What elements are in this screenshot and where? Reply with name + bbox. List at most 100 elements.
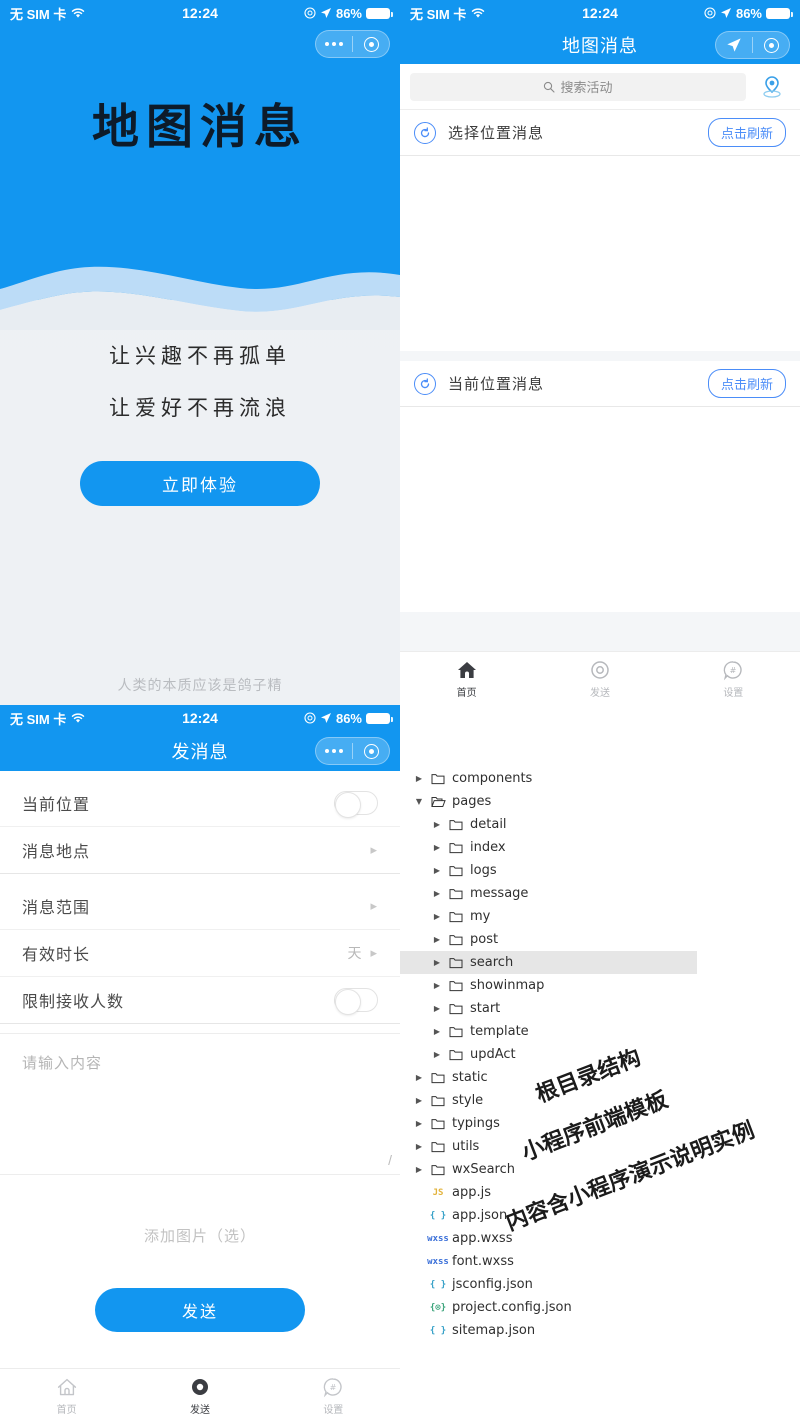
navigate-button[interactable] [716,37,752,53]
tree-folder-item[interactable]: ▶ wxSearch [400,1158,800,1181]
tree-folder-item[interactable]: ▶ message [400,882,800,905]
close-program-button[interactable] [353,36,389,52]
chevron-right-icon[interactable]: ▶ [414,1073,424,1082]
close-program-button[interactable] [353,743,389,759]
chevron-right-icon[interactable]: ▶ [432,820,442,829]
tree-folder-item[interactable]: ▶ logs [400,859,800,882]
folder-icon [430,1095,446,1107]
status-bar-right: 86% [704,5,793,21]
chevron-right-icon: ▸ [370,842,378,857]
chevron-right-icon[interactable]: ▶ [414,774,424,783]
settings-icon: # [324,1377,342,1397]
chevron-right-icon[interactable]: ▶ [432,1004,442,1013]
tree-folder-item[interactable]: ▶ start [400,997,800,1020]
chevron-right-icon[interactable]: ▶ [432,1027,442,1036]
chevron-right-icon[interactable]: ▶ [432,935,442,944]
more-menu-button[interactable] [316,42,352,46]
row-limit-receivers[interactable]: 限制接收人数 [0,977,400,1024]
tree-folder-item[interactable]: ▶ components [400,767,800,790]
folder-icon [430,773,446,785]
tree-folder-item[interactable]: ▶ my [400,905,800,928]
chevron-right-icon[interactable]: ▶ [414,1142,424,1151]
refresh-button[interactable]: 点击刷新 [707,118,786,147]
add-image-button[interactable]: 添加图片（选） [0,1175,400,1246]
app-logo-title: 地图消息 [92,100,308,155]
start-experience-button[interactable]: 立即体验 [80,461,320,506]
tree-item-label: style [452,1093,484,1108]
chevron-right-icon[interactable]: ▶ [414,1119,424,1128]
tree-folder-item[interactable]: ▶ style [400,1089,800,1112]
file-tree[interactable]: ▶ components ▼ pages ▶ detail ▶ index ▶ logs ▶ mess… [400,705,800,1342]
tab-label: 首页 [56,1404,77,1416]
folder-icon [448,934,464,946]
chevron-right-icon: ▸ [370,898,378,913]
send-button[interactable]: 发送 [95,1288,305,1332]
row-message-place[interactable]: 消息地点 ▸ [0,827,400,874]
tab-label: 设置 [323,1404,344,1416]
tree-file-item[interactable]: wxss app.wxss [400,1227,800,1250]
folder-icon [448,842,464,854]
chevron-right-icon[interactable]: ▶ [414,1165,424,1174]
row-control[interactable] [334,988,378,1015]
message-content-textarea[interactable]: 请输入内容 / [0,1033,400,1175]
tree-item-label: app.js [452,1185,491,1200]
chevron-right-icon[interactable]: ▶ [432,866,442,875]
file-type-js-icon: JS [432,1187,444,1198]
current-location-section: 当前位置消息 点击刷新 [400,361,800,612]
row-control[interactable] [334,791,378,818]
tree-folder-item[interactable]: ▶ index [400,836,800,859]
row-current-location[interactable]: 当前位置 [0,780,400,827]
selected-location-list [400,156,800,351]
row-valid-duration[interactable]: 有效时长 天 ▸ [0,930,400,977]
row-label: 消息范围 [22,900,91,917]
tree-folder-item[interactable]: ▶ showinmap [400,974,800,997]
chevron-right-icon[interactable]: ▶ [432,981,442,990]
chevron-right-icon[interactable]: ▶ [432,1050,442,1059]
battery-label: 86% [735,5,762,21]
tree-folder-item[interactable]: ▶ post [400,928,800,951]
more-menu-button[interactable] [316,749,352,753]
tab-send[interactable]: 发送 [133,1369,266,1422]
refresh-button[interactable]: 点击刷新 [707,369,786,398]
tree-file-item[interactable]: wxss font.wxss [400,1250,800,1273]
mini-program-capsule-splash[interactable] [315,30,390,58]
file-type-json-icon: { } [429,1325,447,1336]
current-location-switch[interactable] [334,791,378,818]
tab-settings[interactable]: # 设置 [267,1369,400,1422]
locate-me-button[interactable] [754,74,790,100]
search-input[interactable]: 搜索活动 [410,72,746,101]
tree-folder-item[interactable]: ▶ updAct [400,1043,800,1066]
chevron-right-icon[interactable]: ▶ [432,843,442,852]
tab-home[interactable]: 首页 [400,652,533,705]
tree-folder-item[interactable]: ▼ pages [400,790,800,813]
tree-folder-item[interactable]: ▶ template [400,1020,800,1043]
chevron-right-icon[interactable]: ▶ [432,889,442,898]
row-message-range[interactable]: 消息范围 ▸ [0,883,400,930]
folder-icon [430,1118,446,1130]
resize-handle-icon[interactable]: / [388,1152,392,1168]
limit-receivers-switch[interactable] [334,988,378,1015]
tree-file-item[interactable]: JS app.js [400,1181,800,1204]
tree-folder-item[interactable]: ▶ detail [400,813,800,836]
tree-item-label: template [470,1024,529,1039]
tree-folder-item[interactable]: ▶ utils [400,1135,800,1158]
tree-file-item[interactable]: { } sitemap.json [400,1319,800,1342]
chevron-right-icon[interactable]: ▶ [414,1096,424,1105]
tree-folder-item[interactable]: ▶ static [400,1066,800,1089]
row-control: 天 ▸ [347,943,378,963]
tree-folder-item[interactable]: ▶ typings [400,1112,800,1135]
tab-settings[interactable]: # 设置 [667,652,800,705]
target-icon [591,660,609,679]
mini-program-capsule-send[interactable] [315,737,390,765]
tree-folder-item[interactable]: ▶ search [400,951,697,974]
chevron-down-icon[interactable]: ▼ [414,797,424,806]
chevron-right-icon[interactable]: ▶ [432,958,442,967]
tree-file-item[interactable]: {⊙} project.config.json [400,1296,800,1319]
tab-home[interactable]: 首页 [0,1369,133,1422]
chevron-right-icon[interactable]: ▶ [432,912,442,921]
mini-program-capsule-map[interactable] [715,31,790,59]
close-program-button[interactable] [753,37,789,53]
tab-send[interactable]: 发送 [533,652,666,705]
tree-file-item[interactable]: { } app.json [400,1204,800,1227]
tree-file-item[interactable]: { } jsconfig.json [400,1273,800,1296]
